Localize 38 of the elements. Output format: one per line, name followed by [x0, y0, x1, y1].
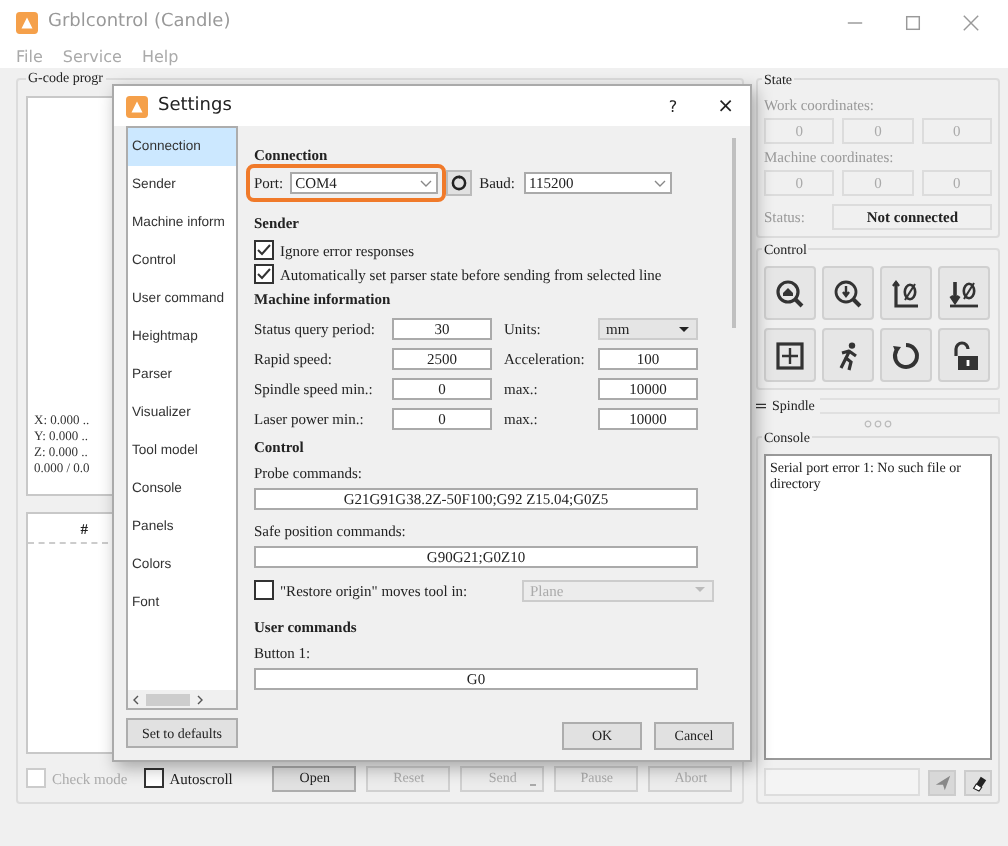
collapse-icon[interactable] [756, 402, 766, 410]
unlock-button[interactable] [938, 328, 990, 382]
command-input[interactable] [764, 768, 920, 796]
zero-z-icon [948, 277, 980, 309]
crosshair-icon [774, 339, 806, 371]
help-button[interactable]: ? [668, 97, 678, 115]
close-button[interactable]: × [717, 95, 734, 117]
paper-plane-icon [933, 773, 951, 791]
scroll-right-icon[interactable] [196, 693, 204, 705]
clear-button[interactable] [964, 769, 992, 795]
restore-origin-button[interactable] [764, 328, 816, 382]
refresh-button[interactable] [445, 170, 472, 196]
window-title: Grblcontrol (Candle) [48, 12, 231, 32]
reset-button[interactable] [880, 328, 932, 382]
refresh-icon [890, 339, 922, 371]
probe-button[interactable] [822, 266, 874, 320]
dropdown-arrow-icon [678, 325, 690, 333]
horizontal-scrollbar[interactable] [128, 690, 236, 708]
zero-z-button[interactable] [938, 266, 990, 320]
app-icon [16, 11, 38, 33]
unlock-icon [948, 339, 980, 371]
safe-position-button[interactable] [822, 328, 874, 382]
home-search-icon [774, 277, 806, 309]
splitter-handle-icon[interactable] [864, 420, 892, 428]
dropdown-arrow-icon [694, 586, 706, 594]
search-icon [832, 277, 864, 309]
home-button[interactable] [764, 266, 816, 320]
maximize-icon[interactable] [904, 13, 922, 31]
checkbox[interactable] [254, 240, 274, 260]
app-icon [126, 95, 148, 117]
zero-axis-icon [890, 277, 922, 309]
zero-xy-button[interactable] [880, 266, 932, 320]
eraser-icon [969, 773, 987, 791]
close-icon[interactable] [962, 13, 980, 31]
autoscroll-checkbox[interactable] [143, 768, 164, 788]
scroll-left-icon[interactable] [132, 693, 140, 705]
dialog-title: Settings [158, 96, 232, 116]
checkbox[interactable] [254, 264, 274, 284]
